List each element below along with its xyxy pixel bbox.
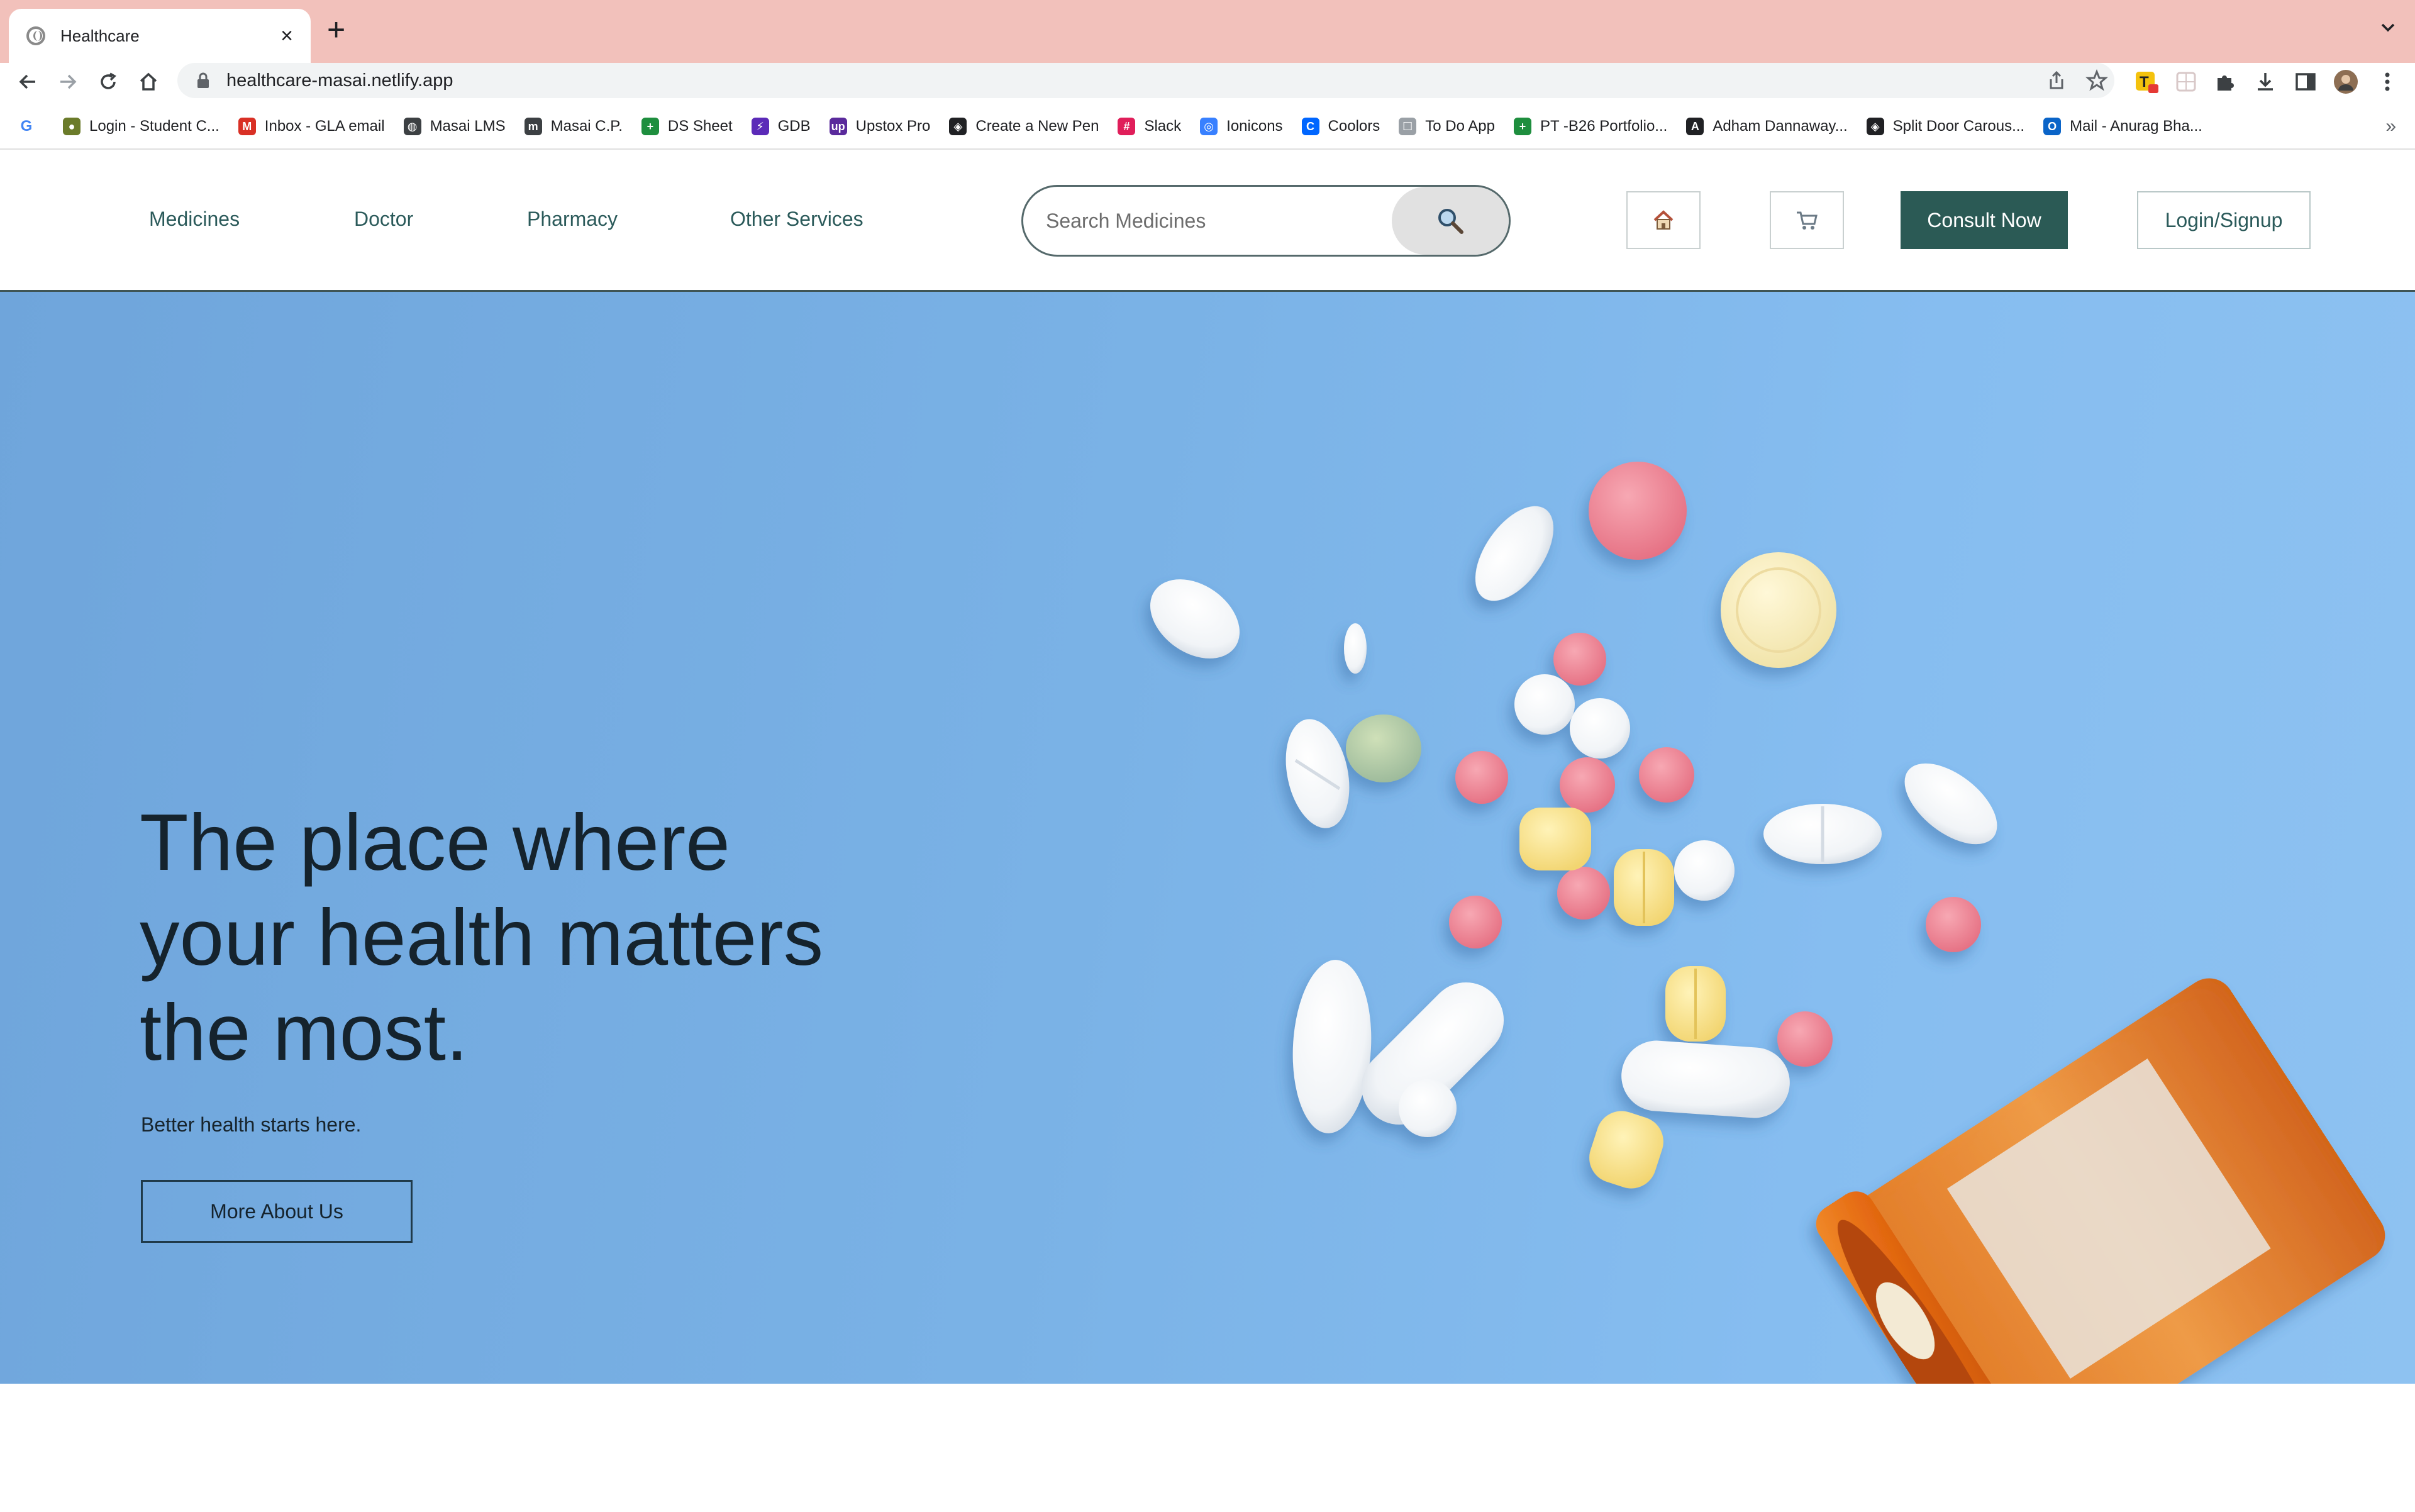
nav-pharmacy[interactable]: Pharmacy [527,208,618,231]
search-icon [1438,209,1463,234]
bookmark-item[interactable]: C Coolors [1301,118,1380,135]
next-section [0,1384,2415,1512]
hero-headline-line-1: The place where [140,798,730,887]
bookmark-item[interactable]: M Inbox - GLA email [238,118,385,135]
tab-title: Healthcare [60,26,140,45]
bookmark-label: To Do App [1425,118,1495,135]
google-icon[interactable]: G [18,118,44,135]
nav-medicines[interactable]: Medicines [149,208,240,231]
bookmark-label: Masai LMS [430,118,506,135]
search-button[interactable] [1392,187,1509,255]
bookmark-item[interactable]: ● Login - Student C... [63,118,219,135]
toggl-extension-icon[interactable]: T [2135,69,2160,94]
globe-icon [26,26,45,45]
masai-m-icon: m [524,118,542,135]
site-header: Medicines Doctor Pharmacy Other Services [0,150,2415,292]
search-input[interactable] [1046,187,1398,255]
forward-arrow-icon[interactable] [57,70,79,93]
share-icon[interactable] [2045,69,2068,92]
bookmark-label: Upstox Pro [855,118,931,135]
slack-icon: # [1118,118,1136,135]
reload-icon[interactable] [97,70,119,93]
lock-icon [197,72,209,88]
bookmark-label: GDB [777,118,811,135]
bookmark-label: Ionicons [1226,118,1283,135]
hero-section: The place where your health matters the … [0,292,2415,1384]
adham-icon: A [1686,118,1704,135]
profile-avatar[interactable] [2333,69,2358,94]
new-tab-button[interactable]: + [327,14,345,45]
hero-subtext: Better health starts here. [141,1113,362,1136]
bookmark-label: Masai C.P. [550,118,623,135]
bookmark-item[interactable]: ⚡ GDB [751,118,811,135]
hero-headline-line-3: the most. [140,987,469,1077]
codepen-icon: ◈ [1866,118,1884,135]
bookmark-item[interactable]: m Masai C.P. [524,118,623,135]
back-arrow-icon[interactable] [16,70,39,93]
todo-icon: ☐ [1399,118,1417,135]
globe-icon: ◍ [403,118,421,135]
hero-headline: The place where your health matters the … [140,795,957,1080]
gmail-icon: M [238,118,256,135]
download-icon[interactable] [2253,69,2278,94]
gdb-icon: ⚡ [751,118,769,135]
hero-headline-line-2: your health matters [140,892,824,982]
address-bar[interactable]: healthcare-masai.netlify.app [177,63,2114,98]
bookmark-label: Slack [1144,118,1182,135]
search-bar [1021,185,1511,257]
url-text: healthcare-masai.netlify.app [226,70,453,91]
consult-now-button[interactable]: Consult Now [1901,191,2068,249]
outlook-icon: O [2043,118,2062,135]
puzzle-extensions-icon[interactable] [2212,69,2238,94]
bookmark-label: Inbox - GLA email [264,118,385,135]
close-tab-icon[interactable]: × [280,25,293,47]
bookmark-item[interactable]: up Upstox Pro [829,118,931,135]
bookmark-label: Create a New Pen [975,118,1099,135]
home-icon[interactable] [137,70,160,93]
browser-toolbar: healthcare-masai.netlify.app T G ● Login… [0,63,2415,161]
home-button[interactable] [1626,191,1701,249]
bookmarks-overflow-icon[interactable]: » [2385,116,2396,137]
browser-tab[interactable]: Healthcare × [9,9,311,63]
bookmark-item[interactable]: ◈ Create a New Pen [949,118,1099,135]
sheets-icon: + [641,118,659,135]
ionicons-icon: ◎ [1200,118,1218,135]
browser-tabstrip: Healthcare × + [0,0,2415,63]
bookmark-label: Split Door Carous... [1892,118,2025,135]
nav-doctor[interactable]: Doctor [354,208,413,231]
codepen-icon: ◈ [949,118,967,135]
chevron-down-icon[interactable] [2380,19,2396,35]
bookmarks-bar: G ● Login - Student C... M Inbox - GLA emai… [0,111,2415,142]
bookmark-label: Mail - Anurag Bha... [2070,118,2202,135]
frog-icon: ● [63,118,80,135]
nav-other-services[interactable]: Other Services [730,208,863,231]
bookmark-label: Login - Student C... [89,118,219,135]
bookmark-label: Coolors [1328,118,1380,135]
sheets-icon: + [1514,118,1531,135]
bookmark-label: DS Sheet [667,118,733,135]
bookmark-item[interactable]: # Slack [1118,118,1181,135]
upstox-icon: up [829,118,847,135]
more-about-us-button[interactable]: More About Us [141,1180,413,1243]
bookmark-item[interactable]: ◎ Ionicons [1200,118,1283,135]
bookmark-item[interactable]: O Mail - Anurag Bha... [2043,118,2202,135]
cart-button[interactable] [1770,191,1844,249]
svg-text:T: T [2140,74,2149,91]
kebab-menu-icon[interactable] [2375,69,2400,94]
cart-icon [1797,211,1818,230]
login-signup-button[interactable]: Login/Signup [2137,191,2311,249]
house-icon [1653,210,1674,230]
grid-extension-icon[interactable] [2174,69,2199,94]
side-panel-icon[interactable] [2293,69,2318,94]
bookmark-star-icon[interactable] [2085,69,2108,92]
bookmark-item[interactable]: + DS Sheet [641,118,733,135]
bookmark-label: PT -B26 Portfolio... [1540,118,1668,135]
bookmark-item[interactable]: ☐ To Do App [1399,118,1495,135]
bookmark-item[interactable]: ◈ Split Door Carous... [1866,118,2025,135]
bookmark-label: Adham Dannaway... [1713,118,1848,135]
bookmark-item[interactable]: + PT -B26 Portfolio... [1514,118,1667,135]
bookmark-item[interactable]: A Adham Dannaway... [1686,118,1848,135]
coolors-icon: C [1301,118,1319,135]
bookmark-item[interactable]: ◍ Masai LMS [403,118,506,135]
